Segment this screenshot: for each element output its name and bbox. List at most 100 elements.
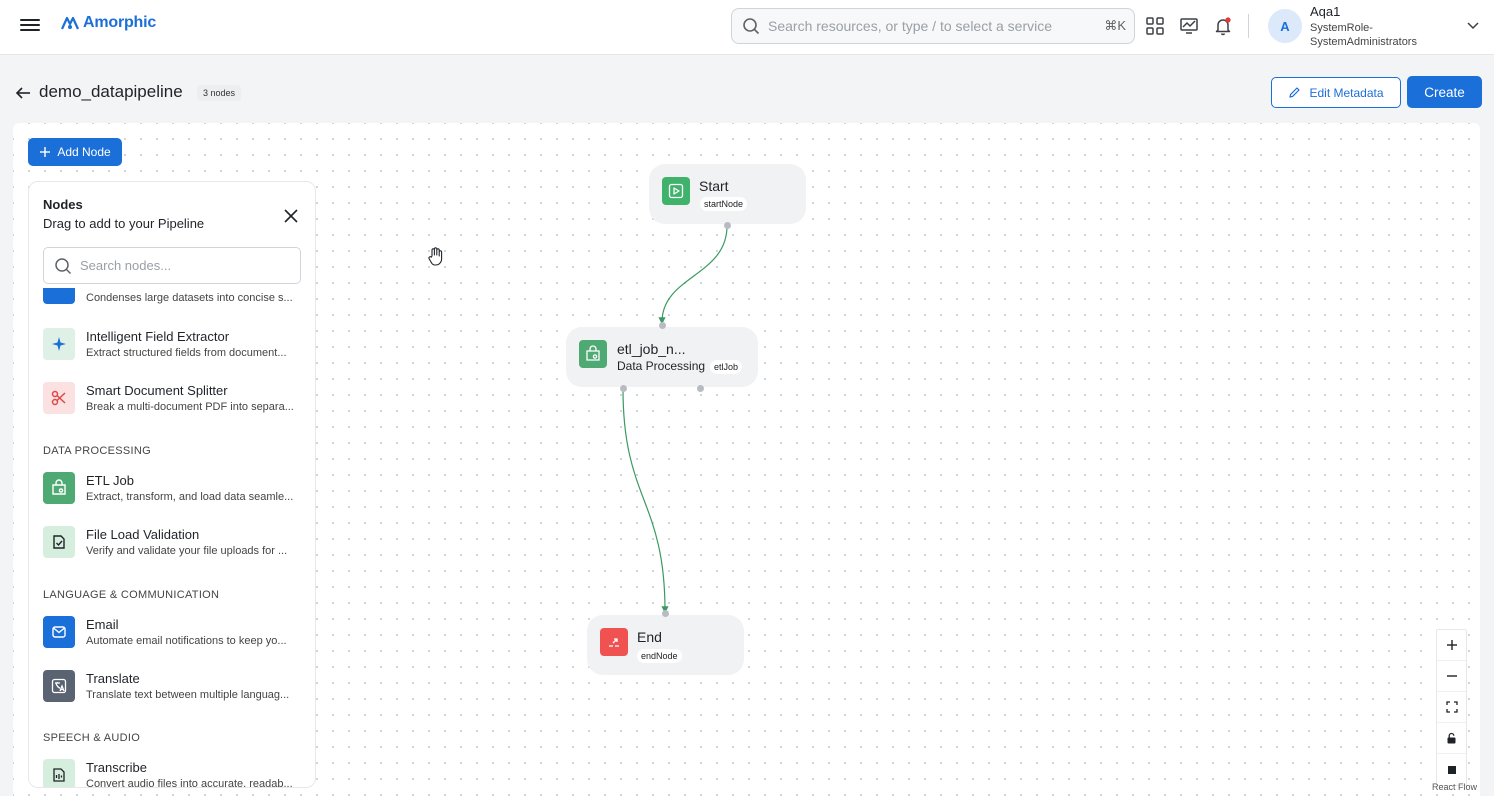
- list-item-name: ETL Job: [86, 473, 134, 488]
- search-shortcut: ⌘K: [1104, 18, 1126, 33]
- etl-bag-icon: [43, 472, 75, 504]
- start-source-handle[interactable]: [724, 222, 731, 229]
- panel-title: Nodes: [43, 197, 83, 212]
- chevron-down-icon[interactable]: [1466, 18, 1480, 32]
- fit-view-icon: [1445, 701, 1458, 713]
- amorphic-logo-icon: [60, 16, 80, 30]
- list-item-desc: Convert audio files into accurate, reada…: [86, 778, 293, 788]
- section-data-processing: DATA PROCESSING: [43, 445, 152, 457]
- flow-node-type: startNode: [700, 197, 748, 211]
- user-role: SystemRole-SystemAdministrators: [1310, 22, 1417, 48]
- transcribe-icon: [43, 759, 75, 787]
- play-icon: [662, 177, 690, 205]
- list-item-desc: Translate text between multiple languag.…: [86, 689, 290, 701]
- list-item-name: Intelligent Field Extractor: [86, 329, 230, 344]
- flow-node-label: Start: [699, 178, 729, 194]
- nodes-panel: Nodes Drag to add to your Pipeline Searc…: [28, 181, 316, 788]
- list-item-desc: Extract structured fields from document.…: [86, 347, 287, 359]
- list-item-name: Email: [86, 617, 119, 632]
- user-name[interactable]: Aqa1: [1310, 4, 1340, 19]
- page-title: demo_datapipeline: [39, 82, 183, 101]
- minus-icon: [1446, 675, 1457, 677]
- etl-target-handle[interactable]: [659, 322, 666, 329]
- react-flow-attribution[interactable]: React Flow: [1432, 782, 1477, 792]
- section-speech-audio: SPEECH & AUDIO: [43, 732, 141, 744]
- list-item-name: Transcribe: [86, 760, 147, 775]
- flow-node-type: etlJob: [710, 360, 743, 374]
- scissors-icon: [43, 382, 75, 414]
- exit-icon: [600, 628, 628, 656]
- summarize-icon: [43, 288, 75, 304]
- list-item-email[interactable]: Email Automate email notifications to ke…: [43, 616, 313, 656]
- list-item-desc: Extract, transform, and load data seamle…: [86, 491, 294, 503]
- edit-metadata-button[interactable]: Edit Metadata: [1271, 77, 1401, 108]
- zoom-in-button[interactable]: [1437, 630, 1466, 661]
- end-target-handle[interactable]: [662, 610, 669, 617]
- add-node-button[interactable]: Add Node: [28, 138, 122, 166]
- list-item-intelligent-field-extractor[interactable]: Intelligent Field Extractor Extract stru…: [43, 328, 313, 368]
- lock-icon: [1447, 732, 1456, 744]
- panel-subtitle: Drag to add to your Pipeline: [43, 216, 205, 231]
- create-button[interactable]: Create: [1407, 76, 1482, 108]
- flow-node-label: etl_job_n...: [617, 341, 686, 357]
- monitor-chart-icon[interactable]: [1177, 14, 1201, 38]
- plus-icon: [40, 147, 51, 157]
- flow-node-start[interactable]: Start startNode: [649, 164, 806, 224]
- search-placeholder: Search resources, or type / to select a …: [768, 18, 1053, 34]
- avatar[interactable]: A: [1268, 9, 1302, 43]
- list-item-name: Smart Document Splitter: [86, 383, 228, 398]
- flow-node-type: endNode: [637, 649, 682, 663]
- section-language-communication: LANGUAGE & COMMUNICATION: [43, 589, 220, 601]
- search-icon: [55, 257, 72, 274]
- back-arrow-icon[interactable]: [14, 84, 32, 102]
- list-item-desc: Condenses large datasets into concise s.…: [86, 292, 293, 304]
- hand-cursor-icon: [428, 247, 443, 266]
- zoom-out-button[interactable]: [1437, 661, 1466, 692]
- plus-icon: [1446, 640, 1457, 650]
- etl-source-handle[interactable]: [620, 385, 627, 392]
- square-icon: [1447, 765, 1456, 774]
- flow-controls: [1436, 629, 1467, 786]
- node-search-input[interactable]: Search nodes...: [43, 247, 301, 284]
- bell-icon[interactable]: [1211, 14, 1235, 38]
- apps-grid-icon[interactable]: [1143, 14, 1167, 38]
- list-item-translate[interactable]: Translate Translate text between multipl…: [43, 670, 313, 710]
- top-bar: Amorphic Search resources, or type / to …: [0, 0, 1494, 55]
- node-count-badge: 3 nodes: [197, 85, 242, 101]
- mail-icon: [43, 616, 75, 648]
- translate-icon: [43, 670, 75, 702]
- list-item-smart-document-splitter[interactable]: Smart Document Splitter Break a multi-do…: [43, 382, 313, 422]
- search-icon: [743, 18, 760, 35]
- flow-node-label: End: [637, 629, 662, 645]
- sparkle-icon: [43, 328, 75, 360]
- list-item-file-load-validation[interactable]: File Load Validation Verify and validate…: [43, 526, 313, 566]
- lock-button[interactable]: [1437, 723, 1466, 754]
- etl-source-handle-secondary[interactable]: [697, 385, 704, 392]
- minimap-toggle-button[interactable]: [1437, 754, 1466, 785]
- flow-node-end[interactable]: End endNode: [587, 615, 744, 675]
- list-item-etl-job[interactable]: ETL Job Extract, transform, and load dat…: [43, 472, 313, 512]
- header-divider: [1248, 14, 1249, 38]
- list-item-partial[interactable]: Condenses large datasets into concise s.…: [43, 288, 313, 312]
- global-search[interactable]: Search resources, or type / to select a …: [731, 8, 1135, 44]
- node-list[interactable]: Condenses large datasets into concise s.…: [29, 288, 315, 788]
- app-name: Amorphic: [83, 14, 157, 31]
- etl-bag-icon: [579, 340, 607, 368]
- flow-node-subtitle: Data Processing: [617, 359, 706, 373]
- close-icon[interactable]: [281, 206, 301, 226]
- flow-node-etl-job[interactable]: etl_job_n... Data Processing etlJob: [566, 327, 758, 387]
- pencil-icon: [1289, 87, 1301, 98]
- app-logo[interactable]: Amorphic: [60, 14, 156, 32]
- edit-metadata-label: Edit Metadata: [1309, 85, 1384, 100]
- file-check-icon: [43, 526, 75, 558]
- list-item-desc: Break a multi-document PDF into separa..…: [86, 401, 294, 413]
- menu-icon[interactable]: [20, 16, 40, 34]
- fit-view-button[interactable]: [1437, 692, 1466, 723]
- list-item-desc: Automate email notifications to keep yo.…: [86, 635, 287, 647]
- add-node-label: Add Node: [57, 145, 111, 159]
- list-item-desc: Verify and validate your file uploads fo…: [86, 545, 288, 557]
- list-item-name: Translate: [86, 671, 140, 686]
- list-item-name: File Load Validation: [86, 527, 200, 542]
- list-item-transcribe[interactable]: Transcribe Convert audio files into accu…: [43, 759, 313, 788]
- node-search-placeholder: Search nodes...: [80, 258, 172, 273]
